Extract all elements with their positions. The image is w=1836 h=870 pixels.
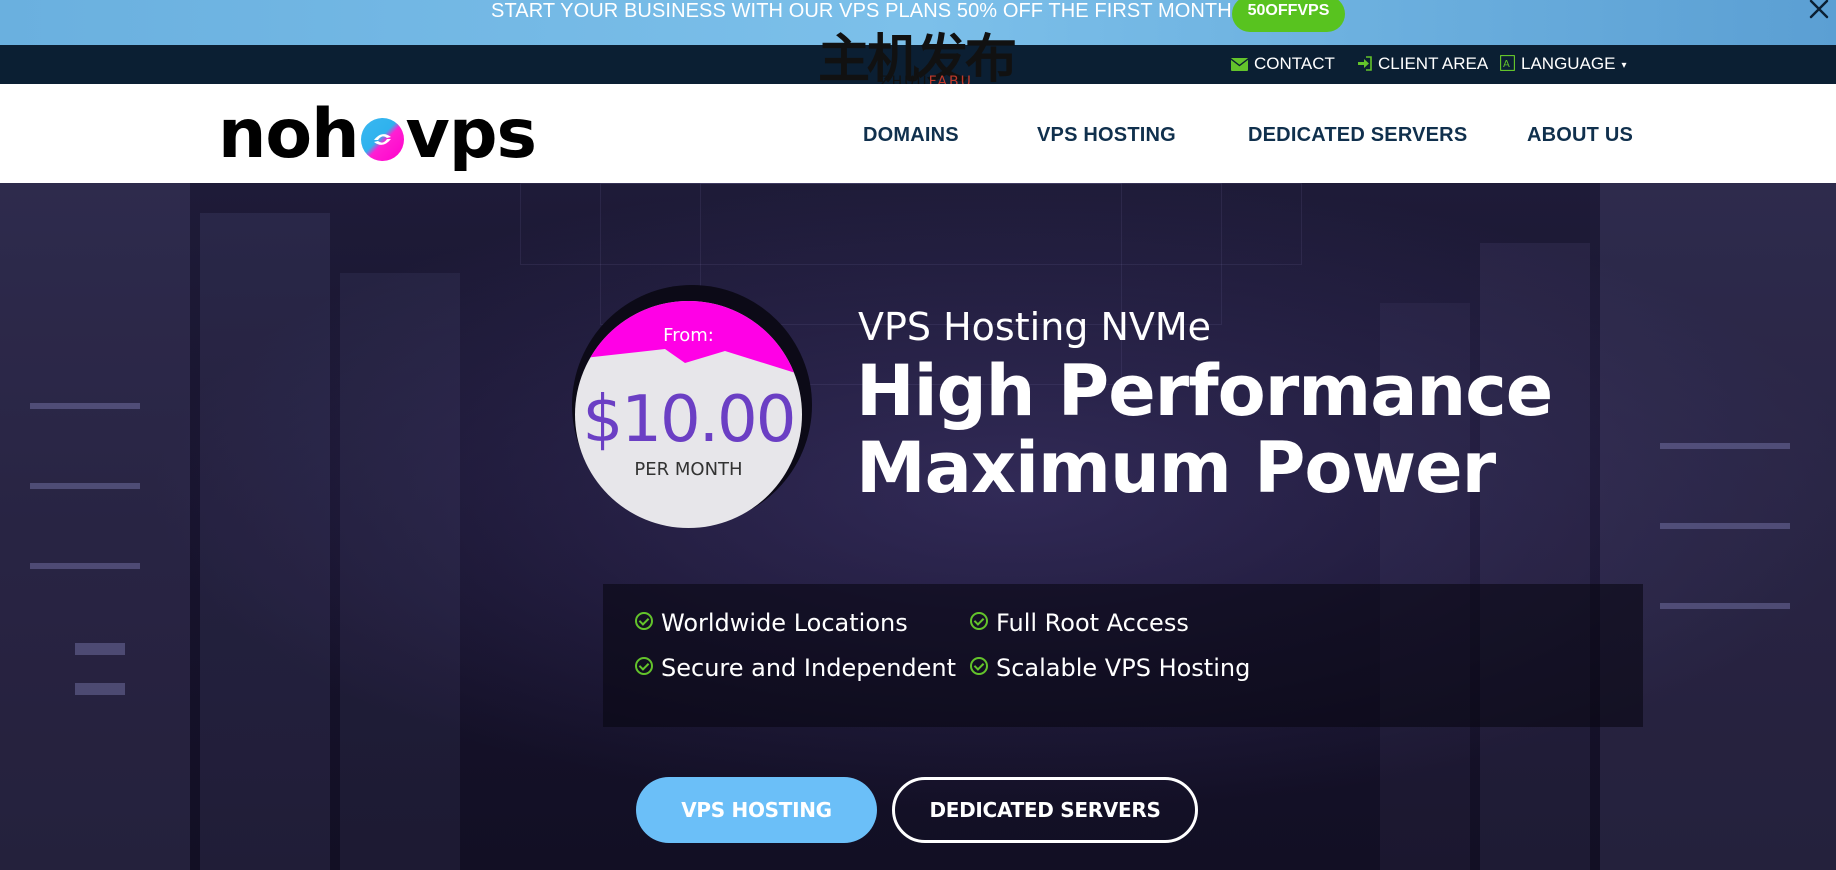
price-value: $10.00 bbox=[582, 383, 797, 457]
language-label: LANGUAGE bbox=[1521, 54, 1616, 73]
feature-item: Full Root Access bbox=[970, 609, 1189, 637]
hero-section: From: $10.00 PER MONTH VPS Hosting NVMe … bbox=[0, 183, 1836, 870]
language-selector[interactable]: A LANGUAGE ▾ bbox=[1499, 53, 1627, 77]
promo-text: START YOUR BUSINESS WITH OUR VPS PLANS 5… bbox=[491, 0, 1232, 22]
promo-code-badge[interactable]: 50OFFVPS bbox=[1232, 0, 1345, 32]
price-badge: From: $10.00 PER MONTH bbox=[575, 301, 802, 528]
chevron-down-icon: ▾ bbox=[1621, 60, 1627, 71]
vps-hosting-button[interactable]: VPS HOSTING bbox=[636, 777, 877, 843]
nav-about-us[interactable]: ABOUT US bbox=[1527, 123, 1633, 147]
hero-title: High Performance Maximum Power bbox=[856, 350, 1553, 509]
nav-dedicated-servers[interactable]: DEDICATED SERVERS bbox=[1248, 123, 1467, 147]
features-panel: Worldwide Locations Full Root Access Sec… bbox=[603, 584, 1643, 727]
svg-text:A: A bbox=[1503, 59, 1510, 70]
sign-in-icon bbox=[1358, 56, 1372, 71]
check-circle-icon bbox=[970, 612, 988, 630]
check-circle-icon bbox=[970, 657, 988, 675]
contact-label: CONTACT bbox=[1254, 54, 1335, 73]
nav-vps-hosting[interactable]: VPS HOSTING bbox=[1037, 123, 1176, 147]
check-circle-icon bbox=[635, 612, 653, 630]
feature-item: Secure and Independent bbox=[635, 654, 956, 682]
client-area-label: CLIENT AREA bbox=[1378, 54, 1489, 73]
feature-item: Scalable VPS Hosting bbox=[970, 654, 1250, 682]
contact-link[interactable]: CONTACT bbox=[1230, 53, 1335, 75]
nav-domains[interactable]: DOMAINS bbox=[863, 123, 959, 147]
envelope-icon bbox=[1230, 58, 1249, 71]
price-from-label: From: bbox=[663, 325, 714, 346]
site-header: noh vps DOMAINS VPS HOSTING DEDICATED SER… bbox=[0, 84, 1836, 183]
hero-subtitle: VPS Hosting NVMe bbox=[858, 305, 1212, 349]
watermark: 主机发布 ZHUJIFABU bbox=[818, 30, 1018, 92]
check-circle-icon bbox=[635, 657, 653, 675]
price-period: PER MONTH bbox=[634, 459, 743, 480]
client-area-link[interactable]: CLIENT AREA bbox=[1357, 53, 1488, 75]
logo-a-mark bbox=[360, 118, 404, 161]
close-icon[interactable] bbox=[1807, 0, 1831, 21]
feature-item: Worldwide Locations bbox=[635, 609, 908, 637]
translate-icon: A bbox=[1499, 54, 1516, 72]
dedicated-servers-button[interactable]: DEDICATED SERVERS bbox=[892, 777, 1198, 843]
